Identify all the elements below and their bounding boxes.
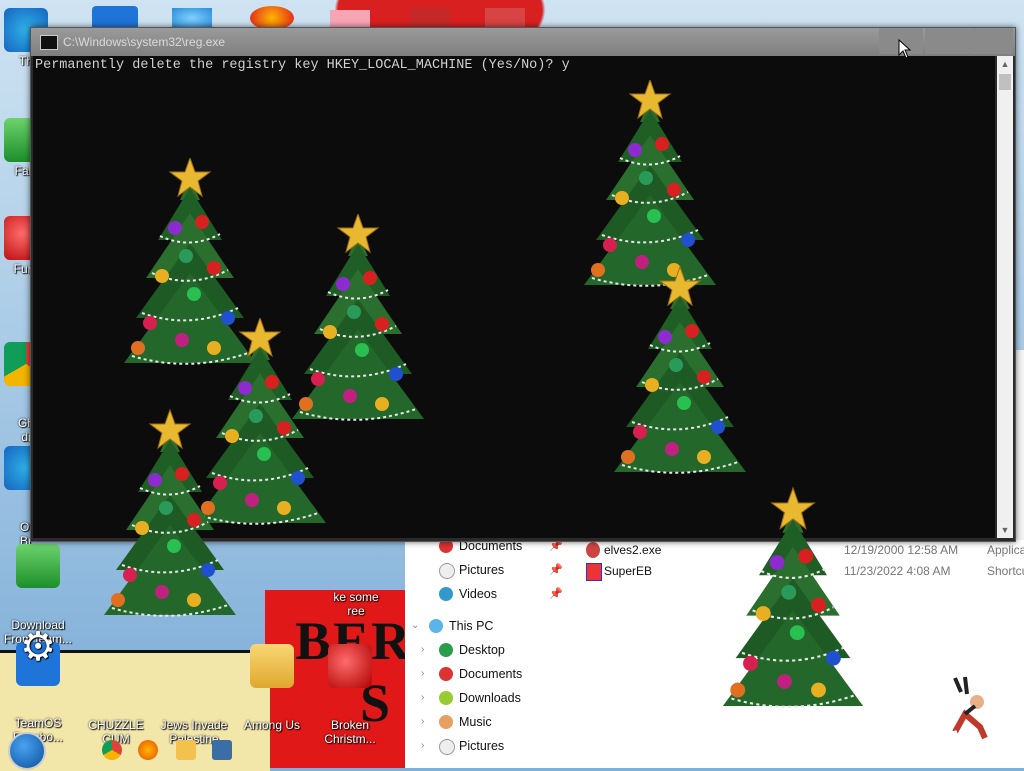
maximize-button[interactable] xyxy=(925,28,969,54)
chevron-down-icon[interactable]: ⌄ xyxy=(411,614,419,638)
chevron-right-icon[interactable]: › xyxy=(421,734,424,758)
taskbar xyxy=(0,730,260,770)
gem-icon[interactable] xyxy=(172,8,212,28)
christmas-tree-sprite xyxy=(721,487,865,708)
scroll-thumb[interactable] xyxy=(999,74,1011,90)
console-line: Permanently delete the registry key HKEY… xyxy=(35,58,570,73)
start-button-icon[interactable] xyxy=(8,732,46,770)
file-explorer-icon[interactable] xyxy=(176,740,196,760)
gear-icon xyxy=(16,640,60,686)
console-icon[interactable] xyxy=(212,740,232,760)
window-titlebar[interactable]: C:\Windows\system32\reg.exe xyxy=(31,28,1015,56)
documents-icon xyxy=(439,667,453,681)
pictures-icon xyxy=(439,739,455,755)
nav-item-desktop[interactable]: › Desktop xyxy=(419,638,569,662)
console-icon xyxy=(40,35,58,50)
pin-icon: 📌 xyxy=(549,564,563,576)
christmas-tree-sprite xyxy=(103,409,237,617)
christmas-tree-sprite xyxy=(613,266,747,474)
music-icon xyxy=(439,715,453,729)
desktop-icon-christmas[interactable]: ke some ree xyxy=(318,562,394,632)
chrome-icon[interactable] xyxy=(102,740,122,760)
shortcut-icon xyxy=(586,563,602,581)
downloads-icon xyxy=(439,691,453,705)
window-title: C:\Windows\system32\reg.exe xyxy=(63,35,226,49)
nav-item-pictures-pc[interactable]: › Pictures xyxy=(419,734,569,758)
desktop-icon-broken-christmas[interactable]: Broken Christm... xyxy=(312,616,388,760)
nav-item-music[interactable]: › Music xyxy=(419,710,569,734)
chevron-right-icon[interactable]: › xyxy=(421,710,424,734)
close-button[interactable] xyxy=(969,28,1013,54)
nav-item-downloads[interactable]: › Downloads xyxy=(419,686,569,710)
explorer-navigation-pane: Documents 📌 Pictures 📌 Videos 📌 ⌄ This P… xyxy=(405,539,570,768)
nav-item-this-pc[interactable]: ⌄ This PC xyxy=(409,614,559,638)
dancer-sprite xyxy=(944,676,988,740)
scroll-down-arrow-icon[interactable]: ▼ xyxy=(997,522,1013,538)
desktop-icon-label: ke some ree xyxy=(333,590,379,618)
download-icon xyxy=(16,544,60,588)
among-us-icon xyxy=(250,644,294,688)
chevron-right-icon[interactable]: › xyxy=(421,686,424,710)
elf-icon xyxy=(586,542,600,558)
firefox-icon[interactable] xyxy=(138,740,158,760)
chevron-right-icon[interactable]: › xyxy=(421,662,424,686)
scroll-up-arrow-icon[interactable]: ▲ xyxy=(997,56,1013,72)
vertical-scrollbar[interactable]: ▲ ▼ xyxy=(997,56,1013,538)
mouse-cursor-icon xyxy=(898,39,912,59)
desktop-icon-label: Broken Christm... xyxy=(324,718,376,746)
ornament-icon xyxy=(328,644,372,688)
chevron-right-icon[interactable]: › xyxy=(421,638,424,662)
nav-item-documents-pc[interactable]: › Documents xyxy=(419,662,569,686)
desktop-icon xyxy=(439,643,453,657)
videos-icon xyxy=(439,587,453,601)
pictures-icon xyxy=(439,563,455,579)
nav-item-videos[interactable]: Videos 📌 xyxy=(419,582,569,606)
pin-icon: 📌 xyxy=(549,588,563,600)
computer-icon xyxy=(429,619,443,633)
nav-item-pictures[interactable]: Pictures 📌 xyxy=(419,558,569,582)
